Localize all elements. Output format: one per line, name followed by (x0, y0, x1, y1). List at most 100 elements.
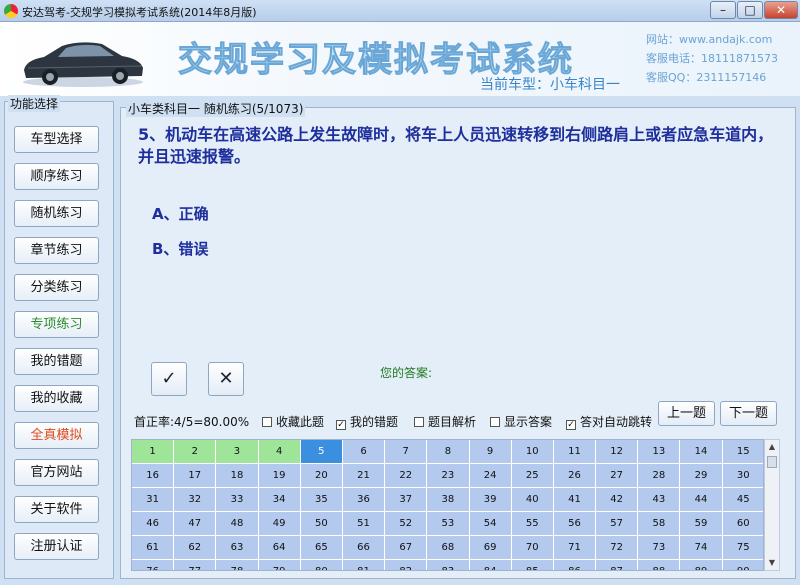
question-cell[interactable]: 70 (511, 536, 554, 560)
question-cell[interactable]: 50 (300, 512, 343, 536)
checkbox-box-icon[interactable] (262, 417, 272, 427)
question-cell[interactable]: 7 (385, 440, 428, 464)
minimize-button[interactable]: – (710, 1, 736, 19)
checkbox-2[interactable]: ✓ 我的错题 (336, 413, 398, 430)
question-cell[interactable]: 48 (216, 512, 259, 536)
question-cell[interactable]: 35 (300, 488, 343, 512)
question-cell[interactable]: 11 (553, 440, 597, 464)
question-cell[interactable]: 8 (427, 440, 470, 464)
question-cell[interactable]: 4 (258, 440, 301, 464)
question-cell[interactable]: 85 (511, 560, 554, 570)
question-cell[interactable]: 43 (638, 488, 681, 512)
question-cell[interactable]: 65 (300, 536, 343, 560)
question-cell[interactable]: 62 (174, 536, 217, 560)
question-cell[interactable]: 1 (132, 440, 175, 464)
sidebar-item-4[interactable]: 章节练习 (14, 237, 99, 264)
question-cell[interactable]: 46 (132, 512, 175, 536)
sidebar-item-3[interactable]: 随机练习 (14, 200, 99, 227)
question-cell[interactable]: 75 (722, 536, 763, 560)
question-cell[interactable]: 28 (638, 464, 681, 488)
question-cell[interactable]: 20 (300, 464, 343, 488)
question-cell[interactable]: 21 (342, 464, 386, 488)
question-cell[interactable]: 12 (596, 440, 639, 464)
question-cell[interactable]: 37 (385, 488, 428, 512)
question-cell[interactable]: 88 (638, 560, 681, 570)
checkbox-box-icon[interactable] (490, 417, 500, 427)
question-cell[interactable]: 45 (722, 488, 763, 512)
question-cell[interactable]: 64 (258, 536, 301, 560)
sidebar-item-5[interactable]: 分类练习 (14, 274, 99, 301)
question-cell[interactable]: 81 (342, 560, 386, 570)
question-cell[interactable]: 15 (722, 440, 763, 464)
question-cell[interactable]: 90 (722, 560, 763, 570)
question-cell[interactable]: 10 (511, 440, 554, 464)
question-cell[interactable]: 31 (132, 488, 175, 512)
question-cell[interactable]: 32 (174, 488, 217, 512)
checkbox-1[interactable]: 收藏此题 (262, 413, 324, 430)
question-cell[interactable]: 83 (427, 560, 470, 570)
question-cell[interactable]: 55 (511, 512, 554, 536)
question-cell[interactable]: 38 (427, 488, 470, 512)
scroll-up-icon[interactable]: ▲ (765, 440, 779, 454)
question-cell[interactable]: 72 (596, 536, 639, 560)
question-cell[interactable]: 57 (596, 512, 639, 536)
question-cell[interactable]: 25 (511, 464, 554, 488)
question-cell[interactable]: 40 (511, 488, 554, 512)
question-cell[interactable]: 3 (216, 440, 259, 464)
question-cell[interactable]: 74 (680, 536, 723, 560)
question-cell[interactable]: 13 (638, 440, 681, 464)
question-cell[interactable]: 30 (722, 464, 763, 488)
question-cell[interactable]: 82 (385, 560, 428, 570)
question-cell[interactable]: 9 (469, 440, 512, 464)
question-cell[interactable]: 23 (427, 464, 470, 488)
next-question-button[interactable]: 下一题 (720, 401, 777, 426)
sidebar-item-2[interactable]: 顺序练习 (14, 163, 99, 190)
question-cell[interactable]: 47 (174, 512, 217, 536)
question-cell[interactable]: 2 (174, 440, 217, 464)
scroll-down-icon[interactable]: ▼ (765, 556, 779, 570)
grid-scrollbar[interactable]: ▲ ▼ (764, 439, 780, 571)
question-cell[interactable]: 73 (638, 536, 681, 560)
question-cell[interactable]: 79 (258, 560, 301, 570)
question-cell[interactable]: 6 (342, 440, 386, 464)
question-cell[interactable]: 80 (300, 560, 343, 570)
question-cell[interactable]: 66 (342, 536, 386, 560)
question-cell[interactable]: 53 (427, 512, 470, 536)
question-cell[interactable]: 26 (553, 464, 597, 488)
checkbox-box-icon[interactable] (414, 417, 424, 427)
question-cell[interactable]: 5 (300, 440, 343, 464)
question-cell[interactable]: 68 (427, 536, 470, 560)
checkbox-box-icon[interactable]: ✓ (336, 420, 346, 430)
sidebar-item-9[interactable]: 全真模拟 (14, 422, 99, 449)
question-cell[interactable]: 49 (258, 512, 301, 536)
question-cell[interactable]: 36 (342, 488, 386, 512)
question-cell[interactable]: 41 (553, 488, 597, 512)
checkbox-5[interactable]: ✓ 答对自动跳转 (566, 413, 652, 430)
option-b[interactable]: B、错误 (152, 238, 208, 259)
scroll-thumb[interactable] (767, 456, 777, 468)
question-cell[interactable]: 71 (553, 536, 597, 560)
question-cell[interactable]: 16 (132, 464, 175, 488)
question-cell[interactable]: 18 (216, 464, 259, 488)
question-cell[interactable]: 54 (469, 512, 512, 536)
sidebar-item-12[interactable]: 注册认证 (14, 533, 99, 560)
question-cell[interactable]: 44 (680, 488, 723, 512)
question-cell[interactable]: 60 (722, 512, 763, 536)
question-cell[interactable]: 61 (132, 536, 175, 560)
question-cell[interactable]: 58 (638, 512, 681, 536)
sidebar-item-10[interactable]: 官方网站 (14, 459, 99, 486)
checkbox-3[interactable]: 题目解析 (414, 413, 476, 430)
sidebar-item-6[interactable]: 专项练习 (14, 311, 99, 338)
option-a[interactable]: A、正确 (152, 203, 209, 224)
question-cell[interactable]: 14 (680, 440, 723, 464)
question-cell[interactable]: 29 (680, 464, 723, 488)
question-cell[interactable]: 86 (553, 560, 597, 570)
close-button[interactable]: ✕ (764, 1, 798, 19)
maximize-button[interactable]: □ (737, 1, 763, 19)
question-cell[interactable]: 69 (469, 536, 512, 560)
question-cell[interactable]: 52 (385, 512, 428, 536)
question-cell[interactable]: 27 (596, 464, 639, 488)
question-cell[interactable]: 19 (258, 464, 301, 488)
question-cell[interactable]: 33 (216, 488, 259, 512)
question-cell[interactable]: 67 (385, 536, 428, 560)
